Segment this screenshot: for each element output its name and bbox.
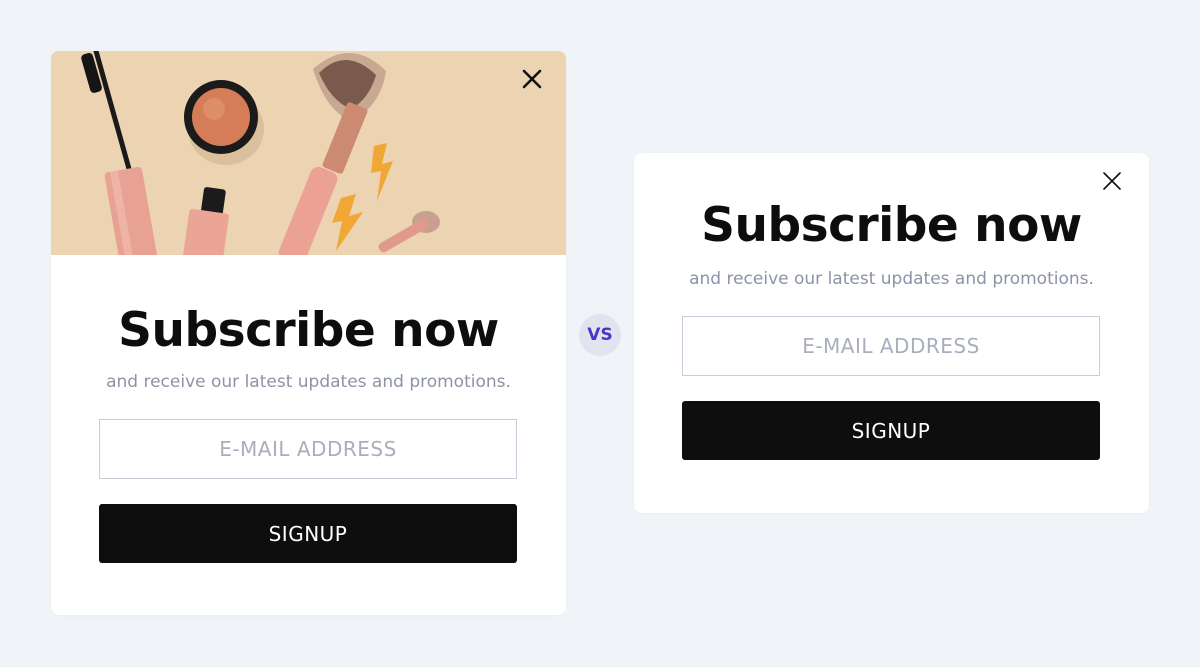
close-icon[interactable] — [520, 67, 544, 91]
signup-button[interactable]: SIGNUP — [99, 504, 517, 563]
vs-badge: VS — [579, 314, 621, 356]
cosmetics-hero-image — [51, 51, 566, 255]
email-field[interactable] — [682, 316, 1100, 376]
popup-subtitle: and receive our latest updates and promo… — [689, 269, 1094, 289]
close-icon[interactable] — [1100, 169, 1124, 193]
popup-title: Subscribe now — [701, 198, 1082, 253]
popup-title: Subscribe now — [118, 303, 499, 358]
popup-text-only: Subscribe now and receive our latest upd… — [634, 153, 1149, 513]
popup-subtitle: and receive our latest updates and promo… — [106, 372, 511, 392]
email-field[interactable] — [99, 419, 517, 479]
signup-button[interactable]: SIGNUP — [682, 401, 1100, 460]
popup-with-image: Subscribe now and receive our latest upd… — [51, 51, 566, 615]
